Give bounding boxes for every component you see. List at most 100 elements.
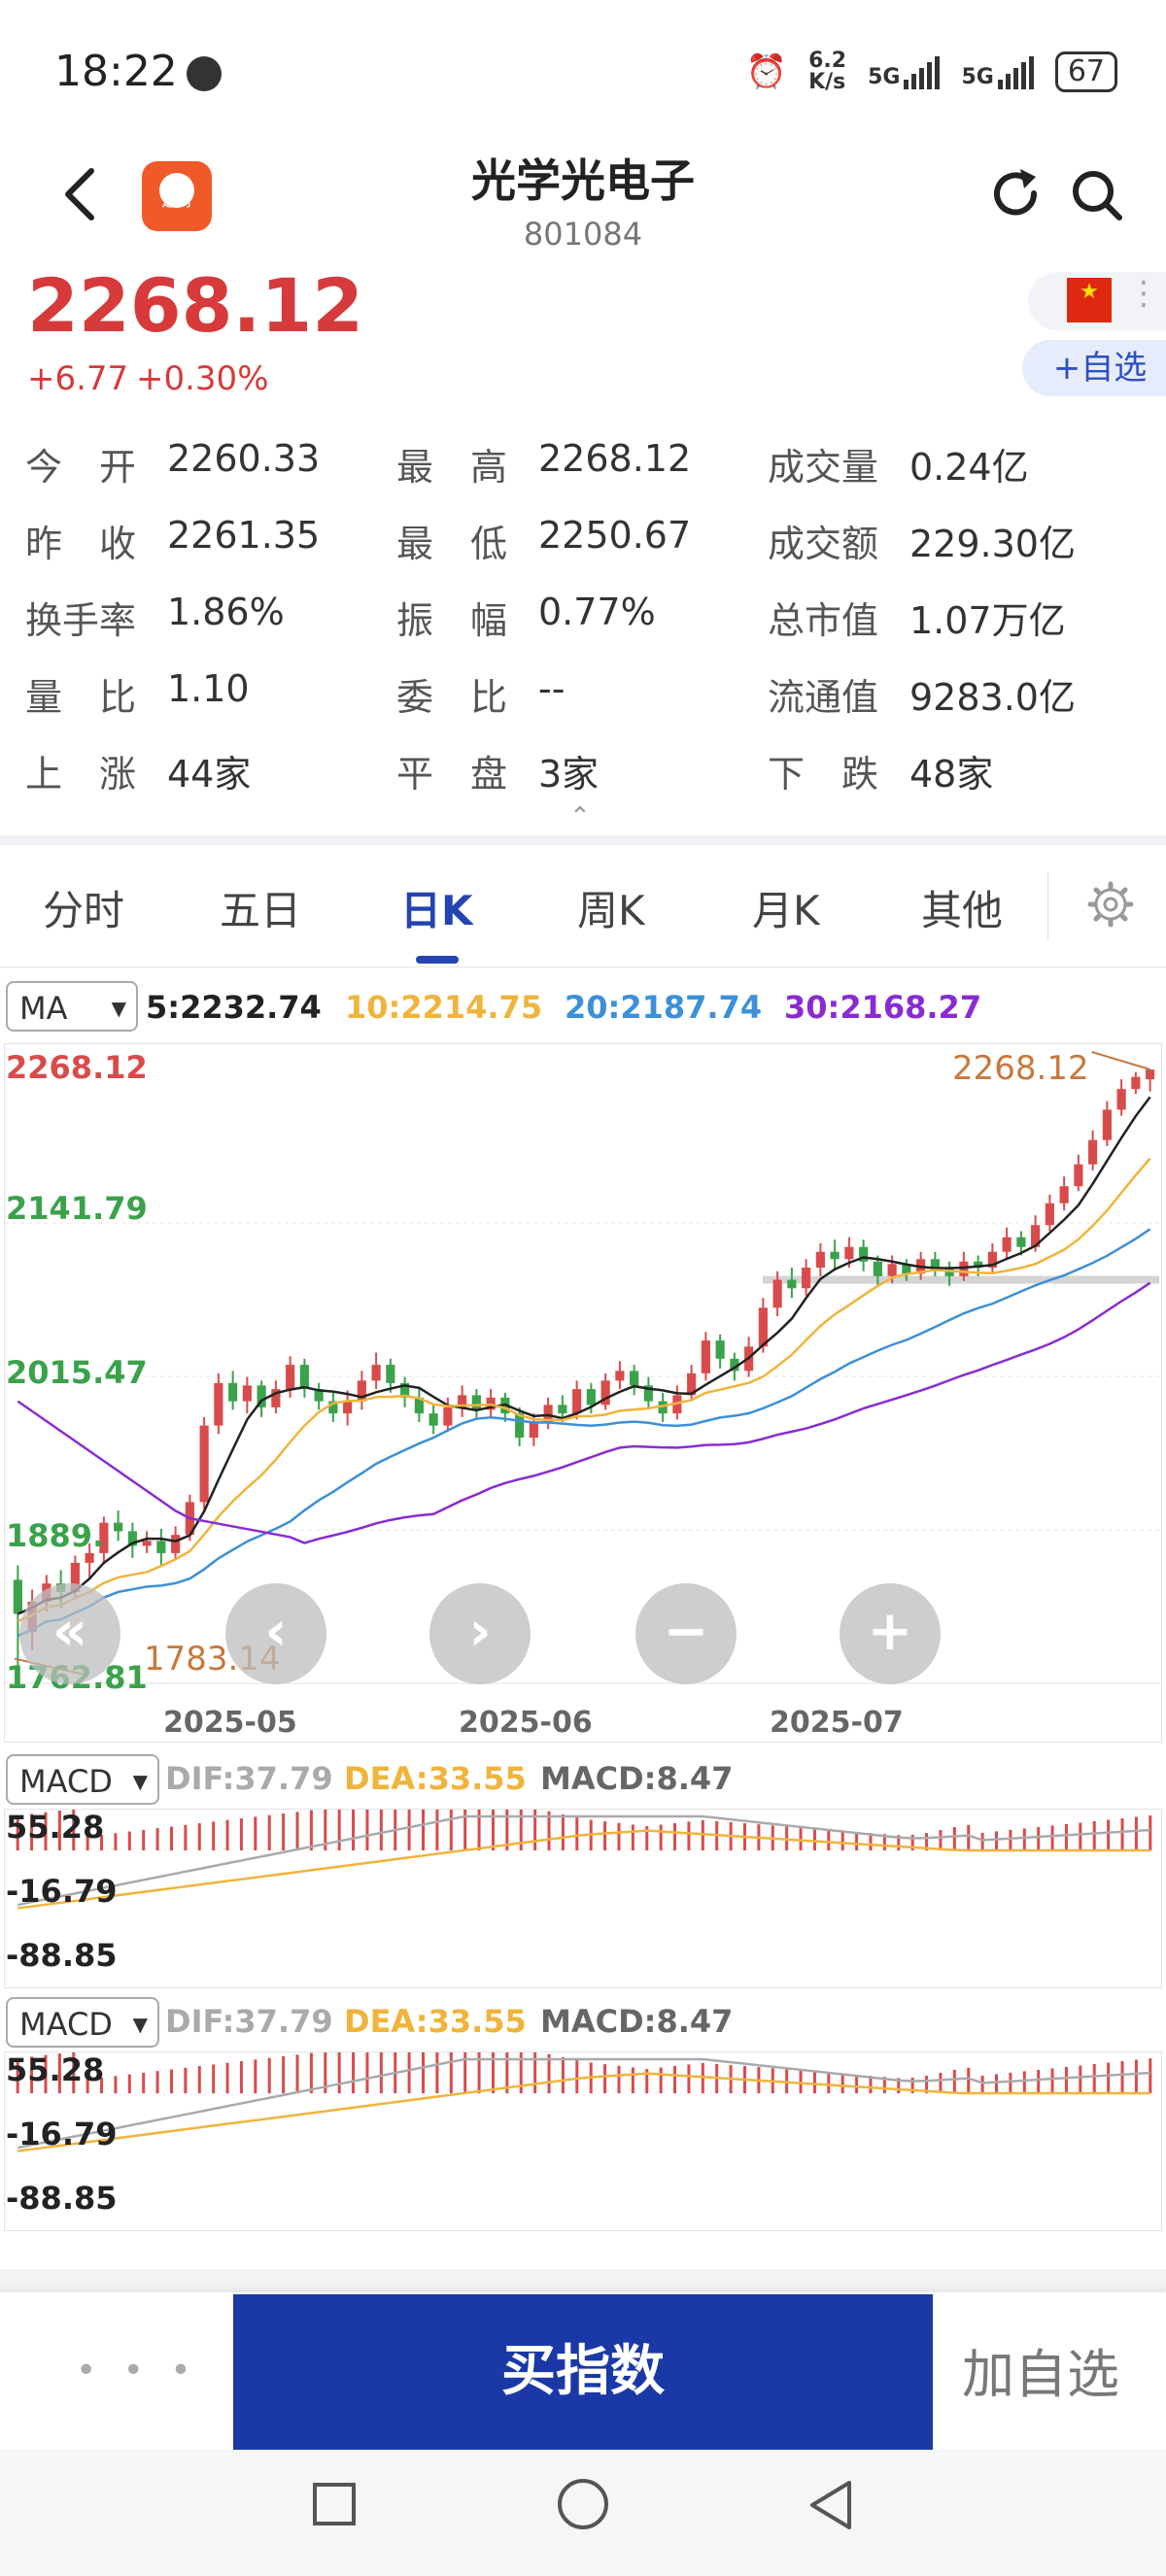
dea-value: DEA:33.55 bbox=[344, 1760, 527, 1797]
macd-selector[interactable]: MACD ▼ bbox=[6, 1754, 159, 1805]
candle-body bbox=[1116, 1089, 1126, 1110]
macd-bar bbox=[575, 2060, 579, 2094]
macd-bar bbox=[197, 2066, 201, 2094]
macd-bar bbox=[407, 1798, 411, 1851]
tab-5[interactable]: 其他 bbox=[921, 878, 1003, 937]
macd-bar bbox=[239, 1818, 243, 1851]
price-change: +6.77 bbox=[27, 359, 129, 398]
stat-value: 0.24亿 bbox=[909, 446, 1029, 489]
candle-body bbox=[802, 1268, 811, 1289]
status-bar: 18:22 ⏰ 6.2 K/s 5G 5G 67 bbox=[0, 0, 1166, 146]
macd-bar bbox=[995, 2074, 999, 2094]
macd-bar bbox=[603, 1821, 607, 1851]
dea-line bbox=[17, 1829, 1150, 1910]
status-time: 18:22 bbox=[54, 47, 178, 96]
candle-body bbox=[1059, 1186, 1069, 1203]
buy-index-button[interactable]: 买指数 bbox=[233, 2294, 933, 2450]
stat-value: 2250.67 bbox=[538, 514, 692, 557]
dif-value: DIF:37.79 bbox=[165, 2003, 333, 2040]
macd-bar bbox=[561, 2056, 565, 2094]
macd-bar bbox=[603, 2064, 607, 2094]
nav-back-icon[interactable] bbox=[806, 2479, 855, 2531]
ma-value-3: 30:2168.27 bbox=[784, 989, 982, 1026]
tab-2[interactable]: 日K bbox=[400, 878, 473, 937]
macd-bar bbox=[1064, 2066, 1068, 2094]
macd-bar bbox=[1149, 1815, 1152, 1851]
refresh-icon[interactable] bbox=[987, 165, 1044, 221]
candle-body bbox=[887, 1264, 897, 1276]
zoom-out-button[interactable]: − bbox=[635, 1583, 737, 1684]
candle-body bbox=[1088, 1139, 1098, 1165]
macd-bar bbox=[1079, 2065, 1082, 2094]
stat-label: 最 高 bbox=[396, 446, 508, 489]
ma-value-2: 20:2187.74 bbox=[565, 989, 763, 1026]
macd-bar bbox=[1050, 2068, 1054, 2094]
macd-tick-label: -16.79 bbox=[6, 2116, 118, 2152]
tab-1[interactable]: 五日 bbox=[220, 878, 301, 937]
recent-apps-icon[interactable] bbox=[313, 2483, 356, 2525]
zoom-in-button[interactable]: + bbox=[840, 1583, 941, 1684]
candlestick-chart[interactable] bbox=[4, 1043, 1162, 1743]
more-button[interactable]: • • • bbox=[76, 2351, 199, 2390]
macd-bar bbox=[687, 1821, 691, 1851]
macd-tick-label: -16.79 bbox=[6, 1873, 118, 1910]
candle-body bbox=[371, 1365, 381, 1381]
macd-chart[interactable] bbox=[4, 2035, 1162, 2231]
macd-selector[interactable]: MACD ▼ bbox=[6, 1997, 159, 2048]
candle-body bbox=[386, 1365, 395, 1383]
tab-3[interactable]: 周K bbox=[577, 878, 645, 937]
y-tick-label: 2141.79 bbox=[6, 1190, 148, 1227]
macd-bar bbox=[1022, 2071, 1026, 2094]
ma10-line bbox=[17, 1157, 1151, 1623]
next-button[interactable]: › bbox=[429, 1583, 531, 1684]
candle-body bbox=[844, 1246, 854, 1260]
candle-body bbox=[615, 1371, 625, 1381]
y-tick-label: 2268.12 bbox=[6, 1049, 148, 1086]
chevron-down-icon: ▼ bbox=[132, 1770, 148, 1793]
macd-bar bbox=[799, 2070, 803, 2094]
stat-value: 3家 bbox=[538, 753, 600, 796]
macd-bar bbox=[1134, 1816, 1138, 1851]
macd-bar bbox=[631, 1824, 634, 1851]
candle-body bbox=[529, 1421, 538, 1439]
dif-value: DIF:37.79 bbox=[165, 1760, 333, 1797]
add-watchlist-button[interactable]: +自选 bbox=[1022, 340, 1166, 396]
active-tab-indicator bbox=[416, 956, 459, 964]
macd-bar bbox=[225, 2062, 229, 2094]
macd-bar bbox=[212, 1821, 216, 1851]
macd-bar bbox=[254, 1816, 257, 1851]
macd-bar bbox=[422, 2040, 426, 2094]
dif-line bbox=[17, 1814, 1150, 1907]
add-watchlist-bottom-button[interactable]: 加自选 bbox=[962, 2331, 1119, 2408]
rewind-button[interactable]: « bbox=[19, 1583, 120, 1684]
stat-value: 0.77% bbox=[538, 591, 656, 633]
tab-0[interactable]: 分时 bbox=[43, 878, 124, 937]
macd-bar bbox=[114, 1833, 118, 1851]
candle-body bbox=[572, 1389, 582, 1414]
ma-selector[interactable]: MA ▼ bbox=[6, 981, 138, 1032]
gear-icon[interactable] bbox=[1086, 880, 1135, 929]
macd-bar bbox=[1092, 2063, 1096, 2094]
candle-body bbox=[1016, 1237, 1026, 1247]
macd-bar bbox=[827, 1829, 831, 1851]
prev-button[interactable]: ‹ bbox=[225, 1583, 326, 1684]
candle-body bbox=[114, 1522, 123, 1532]
candle-body bbox=[1146, 1069, 1155, 1080]
search-icon[interactable] bbox=[1069, 167, 1125, 223]
home-icon[interactable] bbox=[558, 2479, 608, 2529]
macd-bar bbox=[352, 1805, 356, 1851]
more-vertical-icon[interactable]: ⋮ bbox=[1127, 274, 1160, 313]
section-divider bbox=[0, 835, 1166, 845]
stat-label: 流通值 bbox=[768, 676, 879, 719]
tab-4[interactable]: 月K bbox=[752, 878, 820, 937]
collapse-icon[interactable]: ⌃ bbox=[569, 802, 591, 831]
macd-chart[interactable] bbox=[4, 1792, 1162, 1988]
macd-bar bbox=[687, 2064, 691, 2094]
macd-bar bbox=[673, 2065, 677, 2094]
macd-bar bbox=[1107, 1819, 1111, 1851]
chart-period-tabs: 分时 五日 日K 周K 月K 其他 bbox=[0, 845, 1166, 967]
macd-bar bbox=[1149, 2058, 1152, 2094]
candle-body bbox=[286, 1365, 295, 1390]
chevron-down-icon: ▼ bbox=[111, 997, 126, 1020]
macd-svg bbox=[16, 2035, 1152, 2152]
